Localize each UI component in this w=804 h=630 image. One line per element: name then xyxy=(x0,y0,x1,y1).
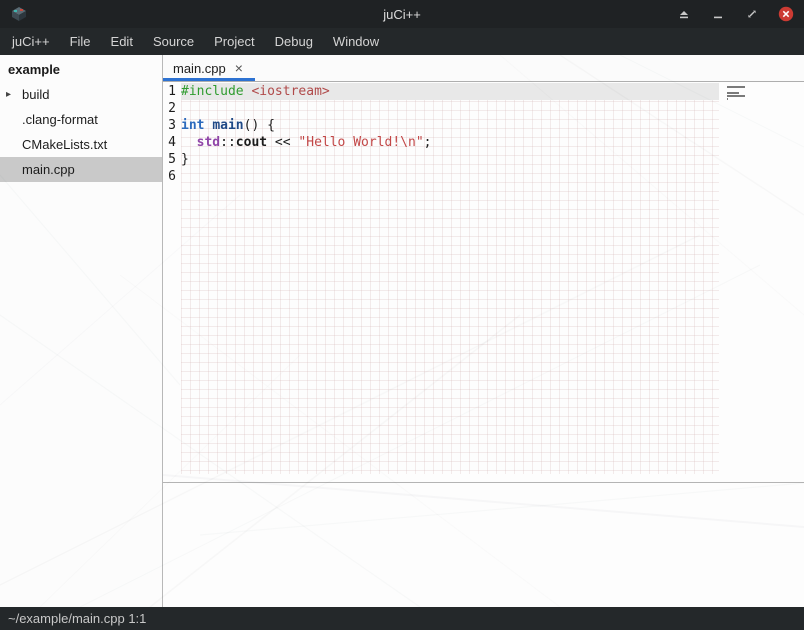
menu-item-debug[interactable]: Debug xyxy=(265,29,323,54)
menu-item-project[interactable]: Project xyxy=(204,29,264,54)
content-area: example ▸build .clang-format CMakeLists.tx… xyxy=(0,55,804,607)
code-text: int main() { xyxy=(181,117,719,134)
editor-column: main.cpp × 1 #include <iostream> 23 int main… xyxy=(163,55,804,607)
status-file-position: ~/example/main.cpp 1:1 xyxy=(8,611,146,626)
code-segment-plain: () { xyxy=(244,118,275,133)
code-line[interactable]: 2 xyxy=(166,100,719,117)
code-segment-include-path: <iostream> xyxy=(251,84,329,99)
file-tree-panel: example ▸build .clang-format CMakeLists.tx… xyxy=(0,55,163,607)
code-segment-plain: } xyxy=(181,152,189,167)
line-number: 6 xyxy=(166,168,176,185)
menubar: juCi++FileEditSourceProjectDebugWindow xyxy=(0,28,804,55)
line-number: 1 xyxy=(166,83,176,100)
minimize-button[interactable] xyxy=(710,6,726,22)
line-number: 4 xyxy=(166,134,176,151)
overview-line-mark xyxy=(727,86,745,88)
code-segment-keyword: int xyxy=(181,118,204,133)
overview-line-mark xyxy=(727,92,739,94)
terminal-pane[interactable] xyxy=(163,482,804,607)
overview-line-mark xyxy=(727,95,745,97)
sidebar-item-clang-format[interactable]: .clang-format xyxy=(0,107,162,132)
code-segment-plain: :: xyxy=(220,135,236,150)
code-segment-plain: ; xyxy=(424,135,432,150)
titlebar[interactable]: juCi++ xyxy=(0,0,804,28)
tab-bar: main.cpp × xyxy=(163,55,804,82)
restore-button[interactable] xyxy=(744,6,760,22)
code-line[interactable]: 6 xyxy=(166,168,719,185)
statusbar: ~/example/main.cpp 1:1 xyxy=(0,607,804,630)
file-label: build xyxy=(22,87,49,102)
overview-map[interactable] xyxy=(727,86,749,104)
code-segment-function: main xyxy=(212,118,243,133)
line-number: 2 xyxy=(166,100,176,117)
close-button[interactable] xyxy=(778,6,794,22)
code-editor[interactable]: 1#include <iostream>23int main() {4 std:… xyxy=(163,82,804,482)
code-segment-string: "Hello World!\n" xyxy=(298,135,423,150)
code-text: #include <iostream> xyxy=(181,83,719,100)
tab-main-cpp[interactable]: main.cpp × xyxy=(163,55,255,81)
code-line[interactable]: 3 int main() { xyxy=(166,117,719,134)
file-tree: ▸build .clang-format CMakeLists.txt main.cp… xyxy=(0,82,162,182)
sidebar-item-build[interactable]: ▸build xyxy=(0,82,162,107)
expander-icon[interactable]: ▸ xyxy=(6,89,22,100)
overview-line-mark xyxy=(727,98,728,100)
project-root-label: example xyxy=(0,55,162,82)
menu-item-file[interactable]: File xyxy=(60,29,101,54)
menu-item-juci[interactable]: juCi++ xyxy=(2,29,60,54)
code-text xyxy=(181,100,719,117)
menu-item-edit[interactable]: Edit xyxy=(101,29,143,54)
menu-item-source[interactable]: Source xyxy=(143,29,204,54)
code-text: } xyxy=(181,151,719,168)
menu-item-window[interactable]: Window xyxy=(323,29,389,54)
tab-label: main.cpp xyxy=(173,61,226,76)
line-number: 3 xyxy=(166,117,176,134)
code-line[interactable]: 5} xyxy=(166,151,719,168)
code-text: std::cout << "Hello World!\n"; xyxy=(181,134,719,151)
file-label: .clang-format xyxy=(22,112,98,127)
code-line[interactable]: 4 std::cout << "Hello World!\n"; xyxy=(166,134,719,151)
code-segment-plain xyxy=(181,135,197,150)
keep-above-button[interactable] xyxy=(676,6,692,22)
app-window: juCi++ xyxy=(0,0,804,630)
code-segment-bold: cout xyxy=(236,135,267,150)
code-line[interactable]: 1 #include <iostream> xyxy=(166,83,719,100)
file-label: main.cpp xyxy=(22,162,75,177)
code-rows: 1#include <iostream>23int main() {4 std:… xyxy=(163,82,719,185)
file-label: CMakeLists.txt xyxy=(22,137,107,152)
code-segment-preproc: #include xyxy=(181,84,244,99)
app-icon xyxy=(10,6,28,22)
code-text xyxy=(181,168,719,185)
tab-close-icon[interactable]: × xyxy=(235,61,243,75)
sidebar-item-cmakelists-txt[interactable]: CMakeLists.txt xyxy=(0,132,162,157)
code-segment-namespace: std xyxy=(197,135,220,150)
code-segment-plain: << xyxy=(267,135,298,150)
sidebar-item-main-cpp[interactable]: main.cpp xyxy=(0,157,162,182)
window-controls xyxy=(676,6,794,22)
line-number: 5 xyxy=(166,151,176,168)
